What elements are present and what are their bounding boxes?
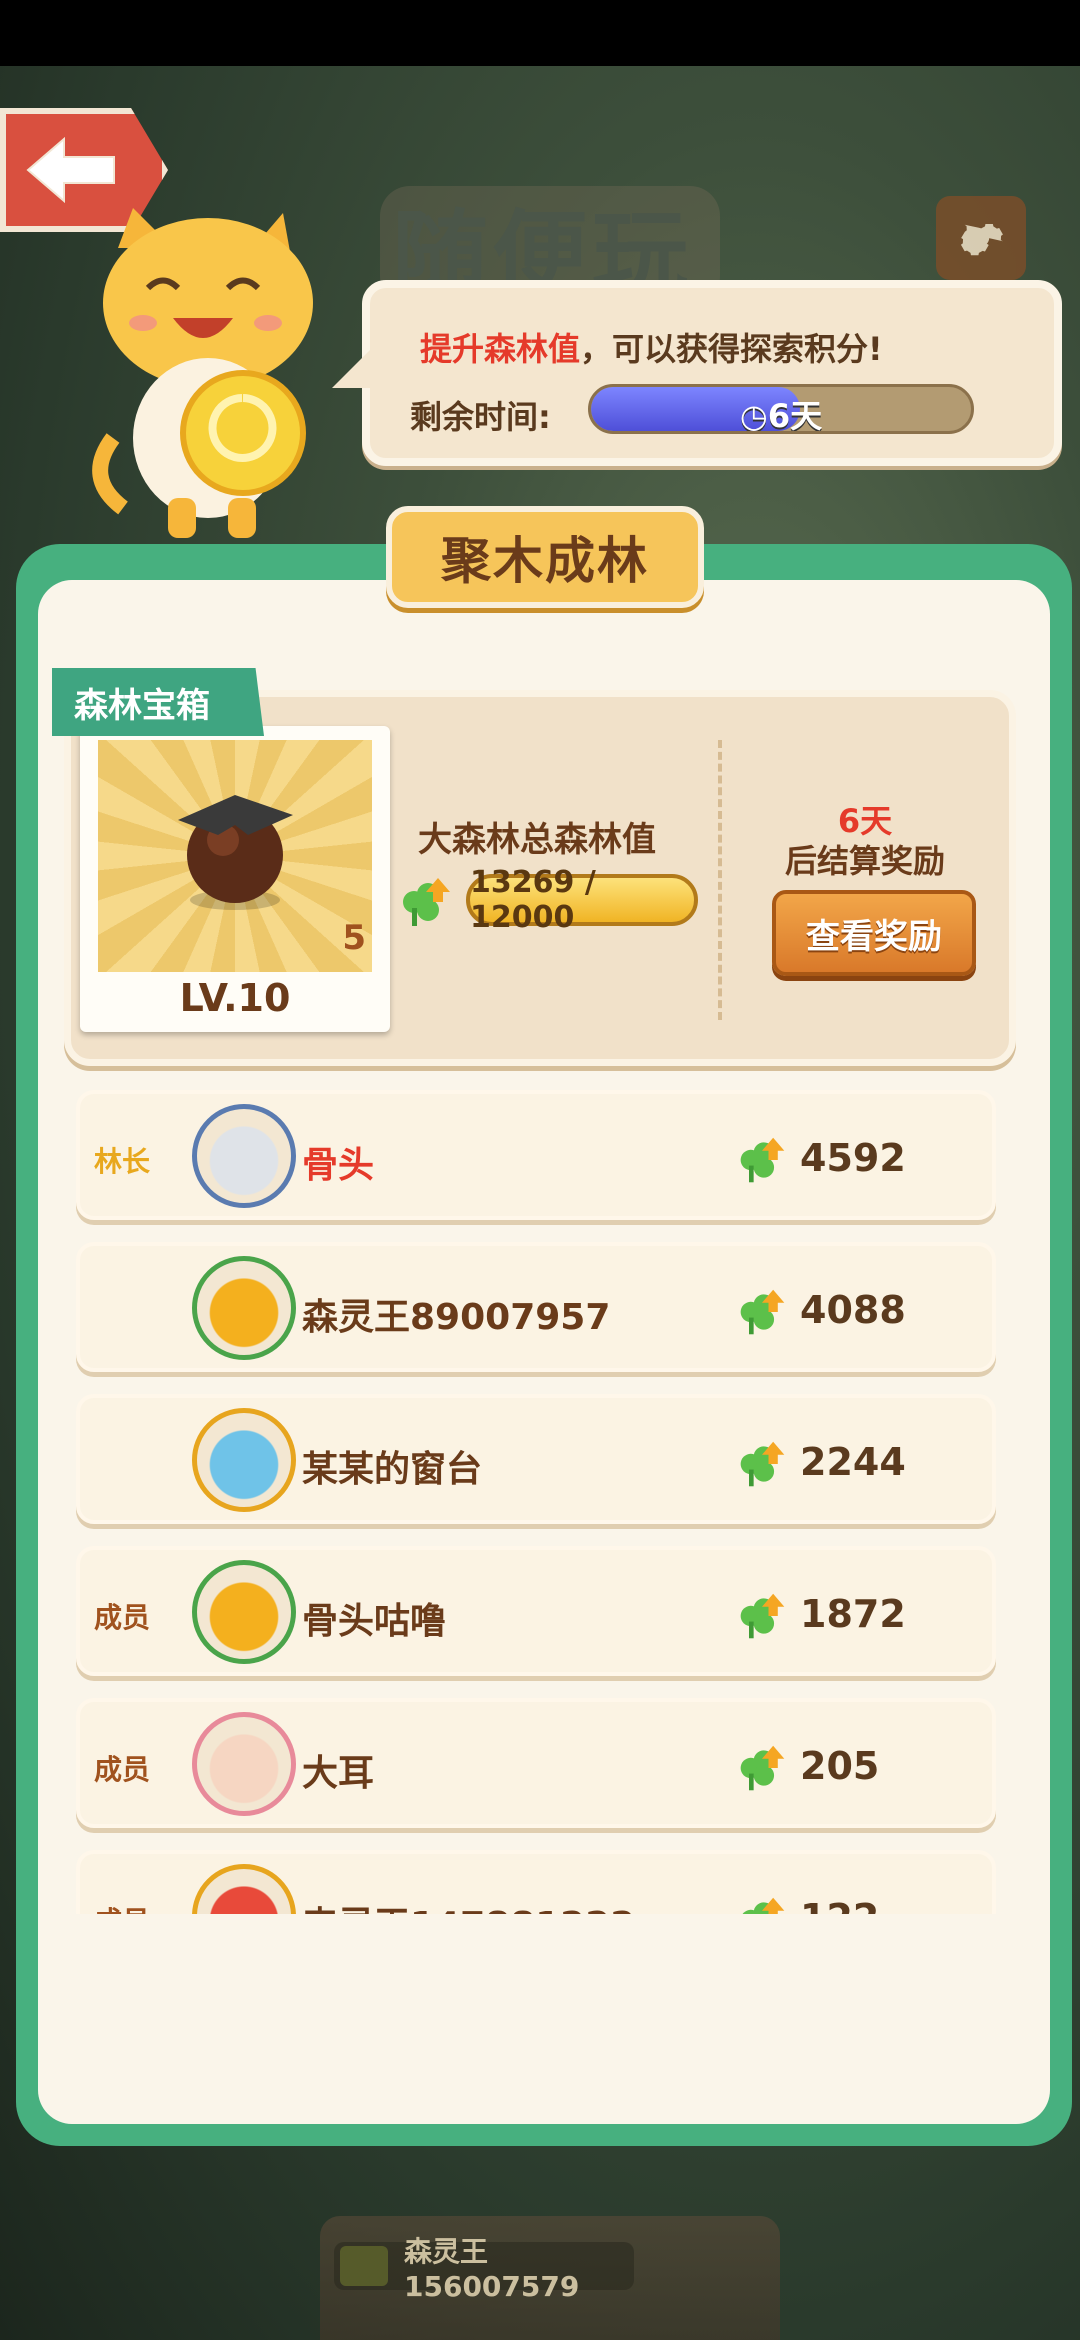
member-score: 4592	[800, 1136, 906, 1180]
member-name: 某某的窗台	[302, 1449, 483, 1490]
view-rewards-label: 查看奖励	[806, 916, 942, 957]
member-role: 林长	[94, 1145, 151, 1178]
member-score: 122	[800, 1896, 879, 1914]
chest-icon	[178, 795, 293, 910]
clover-up-icon	[740, 1593, 785, 1639]
tip-rest: ，可以获得探索积分!	[580, 330, 883, 368]
bottom-player-name: 森灵王156007579	[404, 2234, 580, 2303]
tip-highlight: 提升森林值	[420, 330, 581, 368]
clover-up-icon	[742, 1897, 785, 1914]
member-name: 骨头	[302, 1145, 375, 1186]
clover-up-icon	[403, 878, 450, 926]
gear-icon	[960, 224, 1003, 256]
remaining-time-value: 6天	[767, 397, 823, 434]
member-row[interactable]: 林长 骨头 4592	[76, 1090, 996, 1220]
remaining-time-text: ◷6天	[591, 391, 971, 434]
member-avatar[interactable]	[192, 1560, 296, 1664]
member-list[interactable]: 林长 骨头 4592 森灵王89007957 4088 某某的窗台 2244 成员 骨头咕噜 18…	[76, 1090, 996, 1914]
member-avatar[interactable]	[192, 1864, 296, 1914]
chest-count: 5	[342, 918, 366, 958]
clover-up-icon	[740, 1745, 785, 1791]
member-role: 成员	[94, 1753, 151, 1786]
clover-up-icon	[740, 1137, 785, 1183]
member-name: 森灵王89007957	[302, 1297, 611, 1338]
remaining-time-label: 剩余时间:	[410, 398, 551, 436]
member-score: 205	[800, 1744, 880, 1788]
member-avatar[interactable]	[192, 1408, 296, 1512]
member-score: 4088	[800, 1288, 906, 1332]
settings-button[interactable]	[936, 196, 1026, 280]
forest-total-label: 大森林总森林值	[418, 820, 656, 860]
member-score: 1872	[800, 1592, 906, 1636]
chest-level: LV.10	[179, 976, 291, 1020]
panel-title-plate: 聚木成林	[386, 506, 704, 608]
tip-text: 提升森林值，可以获得探索积分!	[420, 324, 883, 370]
forest-total-bar: 13269 / 12000	[466, 865, 698, 935]
member-row[interactable]: 成员 大耳 205	[76, 1698, 996, 1828]
back-arrow-icon	[26, 136, 115, 204]
member-name: 森灵王147881222	[302, 1896, 635, 1914]
member-role: 成员	[94, 1601, 151, 1634]
chest-tag: 森林宝箱	[52, 668, 264, 736]
tip-bubble: 提升森林值，可以获得探索积分! 剩余时间: ◷6天	[332, 280, 1062, 466]
chest-reward-box[interactable]: 5 LV.10	[80, 726, 390, 1032]
member-score: 2244	[800, 1440, 906, 1484]
forest-total-value: 13269 / 12000	[470, 865, 596, 935]
member-row[interactable]: 森灵王89007957 4088	[76, 1242, 996, 1372]
panel-title: 聚木成林	[441, 532, 649, 590]
remaining-time-bar: ◷6天	[588, 384, 974, 434]
chest-sunburst	[98, 740, 372, 972]
view-rewards-button[interactable]: 查看奖励	[772, 890, 976, 976]
bottom-player-tag[interactable]: 森灵王156007579	[334, 2235, 634, 2303]
member-name: 骨头咕噜	[302, 1601, 447, 1642]
clock-icon: ◷	[739, 397, 768, 434]
card-divider	[718, 740, 722, 1020]
cat-mascot-image	[92, 208, 313, 538]
member-name: 大耳	[302, 1753, 375, 1794]
member-role: 成员	[94, 1900, 150, 1914]
clover-up-icon	[740, 1289, 785, 1335]
member-avatar[interactable]	[192, 1104, 296, 1208]
clover-up-icon	[740, 1441, 785, 1487]
member-avatar[interactable]	[192, 1712, 296, 1816]
member-avatar[interactable]	[192, 1256, 296, 1360]
member-row[interactable]: 成员 骨头咕噜 1872	[76, 1546, 996, 1676]
chest-tag-label: 森林宝箱	[74, 685, 210, 726]
settle-text: 后结算奖励	[784, 842, 945, 880]
member-row[interactable]: 成员 森灵王147881222 122	[76, 1850, 996, 1914]
member-row[interactable]: 某某的窗台 2244	[76, 1394, 996, 1524]
